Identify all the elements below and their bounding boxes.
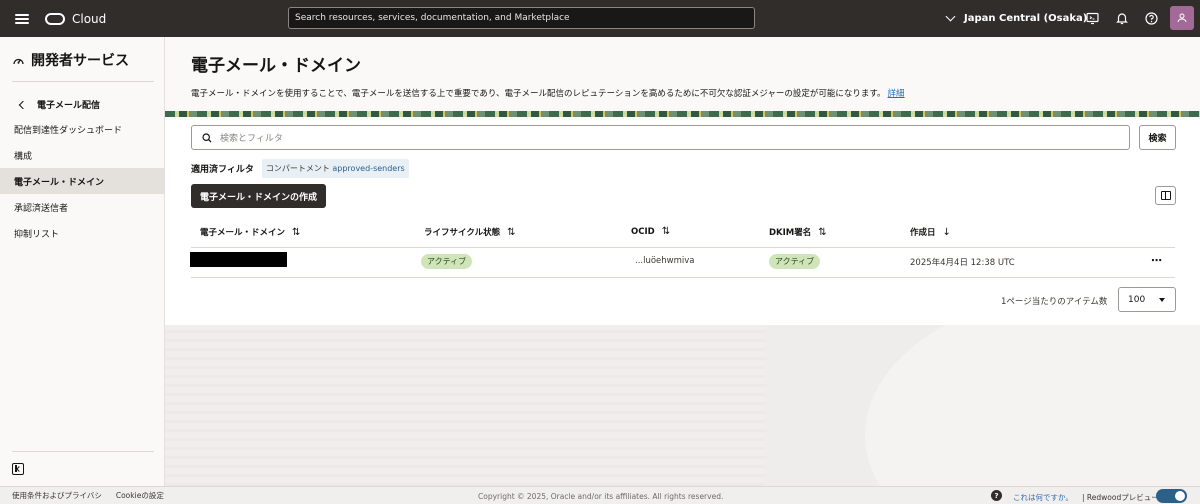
redwood-preview-label: | Redwoodプレビュー	[1082, 493, 1159, 502]
applied-filters-label: 適用済フィルタ	[191, 165, 254, 175]
global-search-input[interactable]: Search resources, services, documentatio…	[288, 7, 755, 29]
sidebar-divider	[12, 81, 154, 82]
region-label: Japan Central (Osaka)	[964, 13, 1088, 24]
cookie-settings-link[interactable]: Cookieの設定	[116, 490, 164, 501]
main-content: 電子メール・ドメイン 電子メール・ドメインを使用することで、電子メールを送信する…	[165, 37, 1200, 486]
sidebar-title: 開発者サービス	[31, 53, 129, 69]
decorative-background	[165, 325, 1200, 486]
sort-icon: ⇅	[818, 226, 827, 238]
columns-icon	[1160, 191, 1171, 200]
items-per-page-label: 1ページ当たりのアイテム数	[1001, 297, 1108, 307]
search-button[interactable]: 検索	[1139, 125, 1176, 150]
items-per-page-select[interactable]: 100	[1118, 287, 1176, 312]
terms-privacy-link[interactable]: 使用条件およびプライバシ	[12, 490, 102, 501]
ocid-cell[interactable]: ...luöehwmiva	[635, 256, 695, 266]
cloud-shell-icon[interactable]	[1085, 11, 1099, 25]
user-avatar[interactable]	[1170, 6, 1194, 30]
search-icon	[202, 132, 212, 142]
sort-icon: ⇅	[292, 226, 301, 238]
sort-icon: ↓	[942, 226, 951, 238]
filter-chip-value: approved-senders	[332, 164, 405, 173]
back-label: 電子メール配信	[37, 101, 101, 111]
sidebar-item-email-domains[interactable]: 電子メール・ドメイン	[0, 168, 164, 194]
question-icon: ?	[991, 490, 1002, 501]
column-header-domain[interactable]: 電子メール・ドメイン ⇅	[200, 226, 301, 239]
back-to-email-delivery[interactable]: 電子メール配信	[18, 98, 101, 111]
search-filter-input[interactable]: 検索とフィルタ	[191, 125, 1130, 150]
items-per-page-value: 100	[1128, 294, 1146, 305]
oracle-cloud-logo[interactable]: Cloud	[45, 12, 106, 26]
notifications-bell-icon[interactable]	[1115, 11, 1129, 25]
created-date-cell: 2025年4月4日 12:38 UTC	[910, 258, 1015, 268]
sidebar-item-deliverability-dashboard[interactable]: 配信到達性ダッシュボード	[0, 116, 164, 142]
column-header-ocid[interactable]: OCID ⇅	[631, 226, 670, 237]
column-header-created[interactable]: 作成日 ↓	[910, 226, 951, 239]
region-selector[interactable]: Japan Central (Osaka)	[945, 0, 1088, 37]
search-placeholder: 検索とフィルタ	[220, 134, 283, 144]
sidebar-divider	[12, 451, 154, 452]
sort-icon: ⇅	[507, 226, 516, 238]
collapse-sidebar-icon[interactable]	[12, 463, 24, 475]
redacted-domain-name[interactable]	[190, 252, 287, 267]
developer-services-icon	[13, 58, 24, 64]
compartment-filter-chip[interactable]: コンパートメント approved-senders	[261, 159, 409, 178]
page-header: 電子メール・ドメイン 電子メール・ドメインを使用することで、電子メールを送信する…	[165, 37, 1200, 111]
top-bar: Cloud Search resources, services, docume…	[0, 0, 1200, 37]
column-label: OCID	[631, 226, 655, 237]
table-header-divider	[191, 247, 1175, 248]
row-actions-menu-icon[interactable]: ⋯	[1151, 254, 1162, 267]
user-icon	[1177, 13, 1187, 23]
details-link[interactable]: 詳細	[888, 89, 905, 99]
domains-panel: 検索とフィルタ 検索 適用済フィルタ コンパートメント approved-sen…	[165, 117, 1200, 325]
page-description: 電子メール・ドメインを使用することで、電子メールを送信する上で重要であり、電子メ…	[191, 87, 905, 99]
create-email-domain-button[interactable]: 電子メール・ドメインの作成	[191, 184, 327, 208]
column-label: 電子メール・ドメイン	[200, 228, 286, 238]
column-header-lifecycle[interactable]: ライフサイクル状態 ⇅	[424, 226, 516, 239]
filter-chip-prefix: コンパートメント	[265, 164, 330, 173]
description-text: 電子メール・ドメインを使用することで、電子メールを送信する上で重要であり、電子メ…	[191, 89, 886, 99]
sidebar-item-configuration[interactable]: 構成	[0, 142, 164, 168]
column-label: ライフサイクル状態	[424, 228, 501, 238]
oracle-logo-icon	[45, 12, 65, 25]
sort-icon: ⇅	[661, 226, 671, 237]
menu-icon[interactable]	[15, 13, 29, 24]
chevron-down-icon	[945, 11, 956, 22]
chevron-left-icon	[18, 100, 28, 109]
page-title: 電子メール・ドメイン	[191, 56, 361, 76]
caret-down-icon	[1159, 298, 1165, 302]
dkim-status-badge: アクティブ	[769, 254, 821, 269]
sidebar: 開発者サービス 電子メール配信 配信到達性ダッシュボード 構成 電子メール・ドメ…	[0, 37, 165, 486]
logo-text: Cloud	[72, 11, 107, 26]
applied-filters: 適用済フィルタ コンパートメント approved-senders	[191, 159, 409, 178]
column-settings-button[interactable]	[1155, 186, 1176, 205]
sidebar-header: 開発者サービス	[12, 50, 129, 70]
lifecycle-status-badge: アクティブ	[421, 254, 473, 269]
sidebar-item-approved-senders[interactable]: 承認済送信者	[0, 194, 164, 220]
redwood-preview-toggle[interactable]	[1156, 489, 1187, 503]
column-label: DKIM署名	[769, 228, 812, 238]
column-label: 作成日	[910, 228, 936, 238]
copyright-text: Copyright © 2025, Oracle and/or its affi…	[478, 492, 724, 501]
whats-this-link[interactable]: これは何ですか。	[1013, 492, 1073, 503]
help-icon[interactable]	[1144, 11, 1158, 25]
sidebar-item-suppression-list[interactable]: 抑制リスト	[0, 220, 164, 246]
table-row-divider	[191, 277, 1175, 278]
footer: 使用条件およびプライバシ Cookieの設定 Copyright © 2025,…	[0, 486, 1200, 504]
column-header-dkim[interactable]: DKIM署名 ⇅	[769, 226, 827, 239]
